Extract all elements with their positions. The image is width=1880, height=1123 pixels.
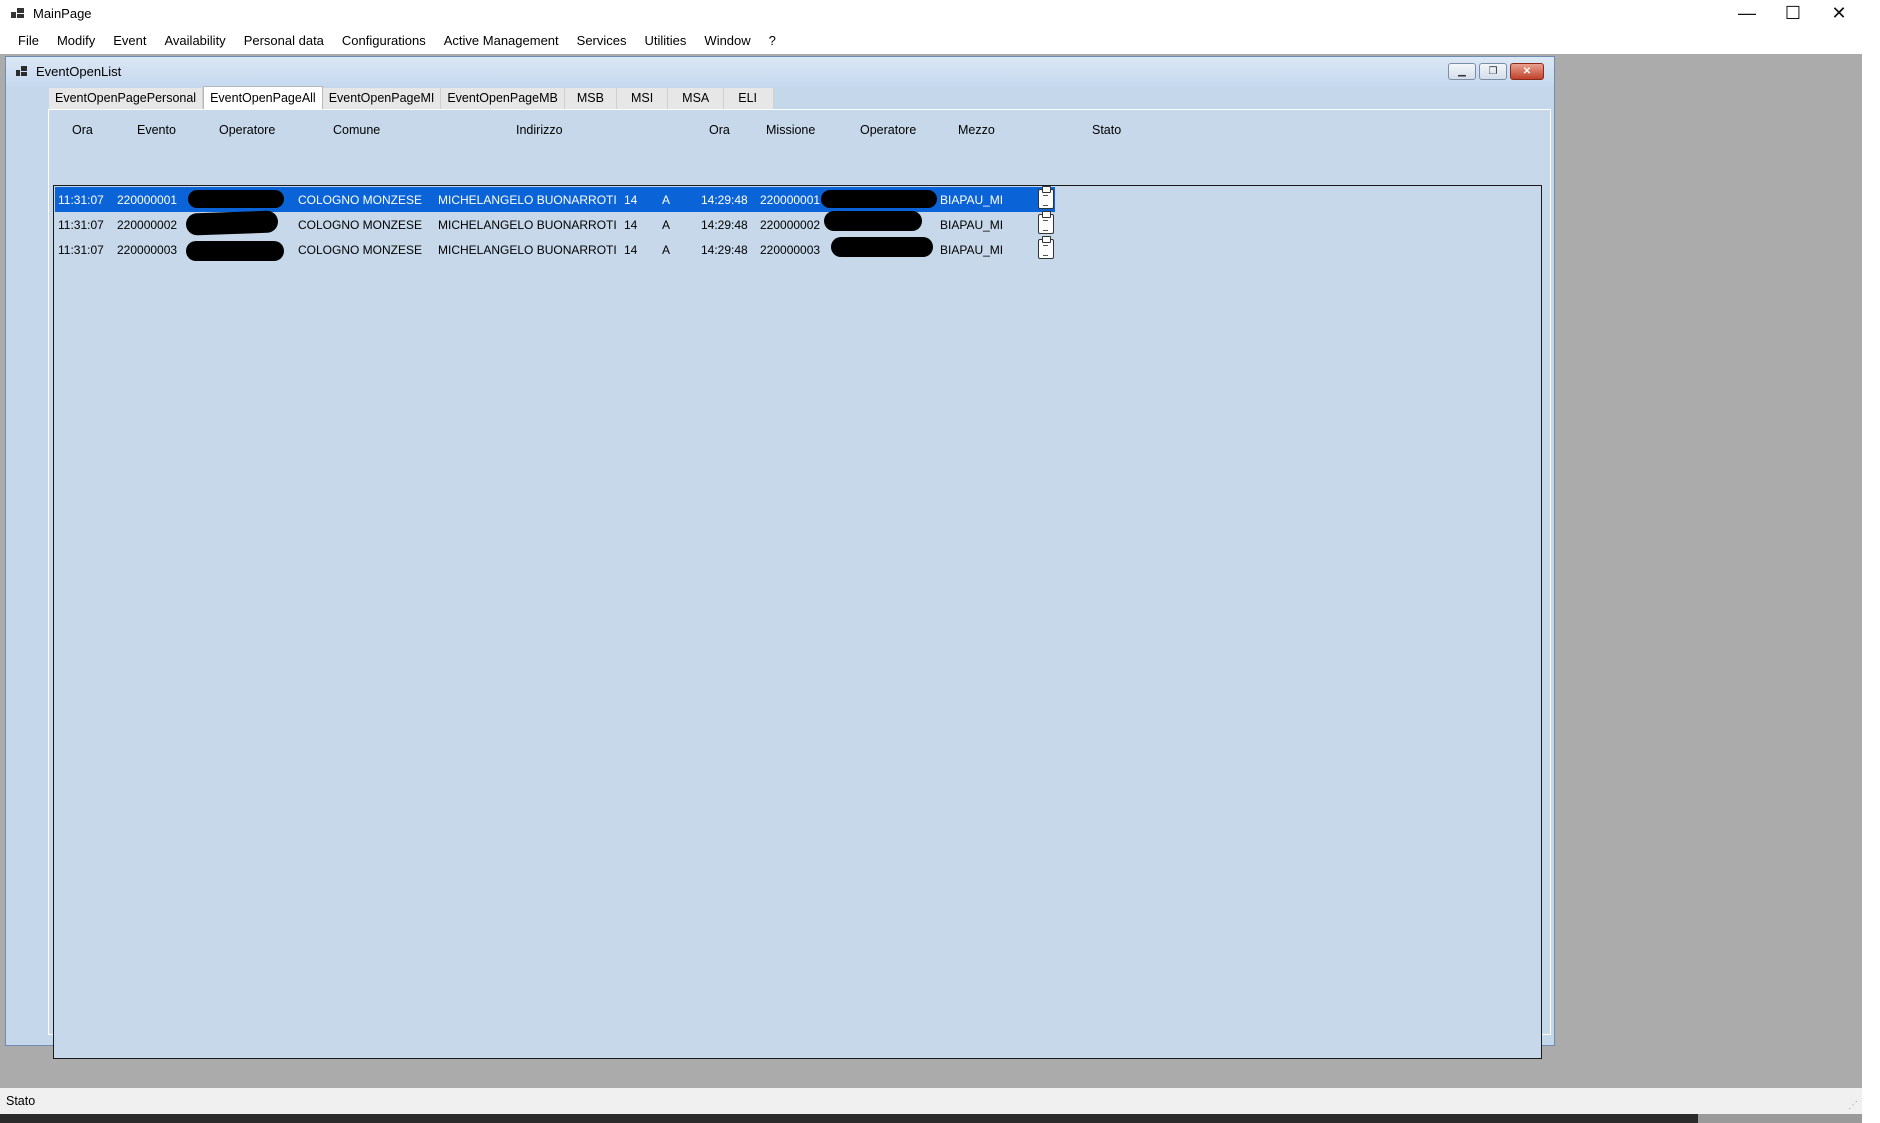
menu-modify[interactable]: Modify — [48, 27, 104, 54]
status-bar: Stato ⋰ — [0, 1088, 1862, 1114]
cell-comune: COLOGNO MONZESE — [298, 243, 423, 257]
column-header-ora-missione[interactable]: Ora — [709, 123, 730, 137]
resize-grip-icon[interactable]: ⋰ — [1848, 1100, 1858, 1111]
cell-mezzo: BIAPAU_MI — [940, 193, 1004, 207]
cell-indirizzo: MICHELANGELO BUONARROTI — [438, 193, 617, 207]
cell-ora-missione: 14:29:48 — [701, 243, 748, 257]
table-row[interactable]: 11:31:07 220000001 COLOGNO MONZESE MICHE… — [55, 186, 1055, 212]
child-minimize-button[interactable]: ▁ — [1448, 63, 1476, 80]
cell-ora: 11:31:07 — [58, 243, 104, 257]
tab-eli[interactable]: ELI — [724, 88, 775, 109]
cell-civico: 14 — [624, 193, 638, 207]
event-open-list-window: EventOpenList ▁ ❐ ✕ EventOpenPagePersona… — [5, 56, 1555, 1059]
cell-lettera: A — [662, 243, 671, 257]
tab-event-open-page-personal[interactable]: EventOpenPagePersonal — [49, 88, 204, 109]
tab-event-open-page-mi[interactable]: EventOpenPageMI — [322, 88, 442, 109]
redacted-operatore-missione — [824, 211, 922, 231]
child-window-title: EventOpenList — [36, 64, 122, 79]
column-header-mezzo[interactable]: Mezzo — [958, 123, 995, 137]
tab-event-open-page-mb[interactable]: EventOpenPageMB — [441, 88, 565, 109]
table-row[interactable]: 11:31:07 220000002 COLOGNO MONZESE MICHE… — [55, 210, 1055, 237]
cell-missione: 220000003 — [760, 243, 821, 257]
redacted-operatore — [185, 210, 279, 236]
column-header-indirizzo[interactable]: Indirizzo — [516, 123, 563, 137]
events-grid[interactable]: 11:31:07 220000001 COLOGNO MONZESE MICHE… — [53, 185, 1542, 1059]
cell-mezzo: BIAPAU_MI — [940, 218, 1004, 232]
app-icon — [11, 7, 25, 21]
menu-event[interactable]: Event — [104, 27, 155, 54]
menu-window[interactable]: Window — [695, 27, 759, 54]
tab-msa[interactable]: MSA — [668, 88, 725, 109]
maximize-button[interactable]: ☐ — [1770, 0, 1816, 27]
menu-file[interactable]: File — [9, 27, 48, 54]
child-close-button[interactable]: ✕ — [1510, 63, 1544, 80]
column-header-comune[interactable]: Comune — [333, 123, 380, 137]
taskbar-strip — [0, 1114, 1862, 1123]
clipboard-icon[interactable] — [1038, 236, 1054, 259]
cell-indirizzo: MICHELANGELO BUONARROTI — [438, 218, 617, 232]
cell-comune: COLOGNO MONZESE — [298, 218, 423, 232]
column-header-ora[interactable]: Ora — [72, 123, 93, 137]
cell-comune: COLOGNO MONZESE — [298, 193, 423, 207]
column-header-missione[interactable]: Missione — [766, 123, 815, 137]
menu-configurations[interactable]: Configurations — [333, 27, 435, 54]
child-restore-button[interactable]: ❐ — [1479, 63, 1507, 80]
tab-event-open-page-all[interactable]: EventOpenPageAll — [203, 86, 323, 109]
mdi-client-area: EventOpenList ▁ ❐ ✕ EventOpenPagePersona… — [0, 54, 1862, 1088]
column-header-operatore-missione[interactable]: Operatore — [860, 123, 916, 137]
column-header-row: Ora Evento Operatore Comune Indirizzo Or… — [49, 110, 1550, 150]
column-header-stato[interactable]: Stato — [1092, 123, 1121, 137]
window-title: MainPage — [33, 6, 92, 21]
menu-active-management[interactable]: Active Management — [435, 27, 568, 54]
cell-civico: 14 — [624, 243, 638, 257]
redacted-operatore-missione — [831, 237, 933, 257]
menu-availability[interactable]: Availability — [156, 27, 235, 54]
tab-msb[interactable]: MSB — [564, 88, 617, 109]
cell-indirizzo: MICHELANGELO BUONARROTI — [438, 243, 617, 257]
redacted-operatore-missione — [821, 190, 937, 208]
cell-evento: 220000001 — [117, 193, 178, 207]
child-window-icon — [16, 65, 28, 78]
redacted-operatore — [186, 241, 284, 261]
clipboard-icon[interactable] — [1038, 186, 1054, 209]
cell-mezzo: BIAPAU_MI — [940, 243, 1004, 257]
cell-ora-missione: 14:29:48 — [701, 193, 748, 207]
table-row[interactable]: 11:31:07 220000003 COLOGNO MONZESE MICHE… — [55, 236, 1055, 262]
menu-personal-data[interactable]: Personal data — [235, 27, 333, 54]
tab-strip: EventOpenPagePersonal EventOpenPageAll E… — [49, 86, 775, 110]
cell-evento: 220000002 — [117, 218, 178, 232]
status-text: Stato — [6, 1094, 36, 1108]
cell-lettera: A — [662, 193, 671, 207]
redacted-operatore — [188, 190, 284, 208]
cell-missione: 220000002 — [760, 218, 821, 232]
column-header-evento[interactable]: Evento — [137, 123, 176, 137]
minimize-button[interactable]: — — [1724, 0, 1770, 27]
cell-ora-missione: 14:29:48 — [701, 218, 748, 232]
close-button[interactable]: ✕ — [1816, 0, 1862, 27]
menu-services[interactable]: Services — [568, 27, 636, 54]
cell-ora: 11:31:07 — [58, 193, 104, 207]
menu-help[interactable]: ? — [760, 27, 785, 54]
child-title-bar[interactable]: EventOpenList ▁ ❐ ✕ — [6, 57, 1554, 86]
cell-missione: 220000001 — [760, 193, 821, 207]
menu-bar: File Modify Event Availability Personal … — [0, 27, 1862, 54]
clipboard-icon[interactable] — [1038, 211, 1054, 234]
cell-ora: 11:31:07 — [58, 218, 104, 232]
menu-utilities[interactable]: Utilities — [636, 27, 696, 54]
cell-lettera: A — [662, 218, 671, 232]
column-header-operatore[interactable]: Operatore — [219, 123, 275, 137]
cell-evento: 220000003 — [117, 243, 178, 257]
cell-civico: 14 — [624, 218, 638, 232]
tab-msi[interactable]: MSI — [616, 88, 669, 109]
window-title-bar[interactable]: MainPage — ☐ ✕ — [0, 0, 1862, 27]
